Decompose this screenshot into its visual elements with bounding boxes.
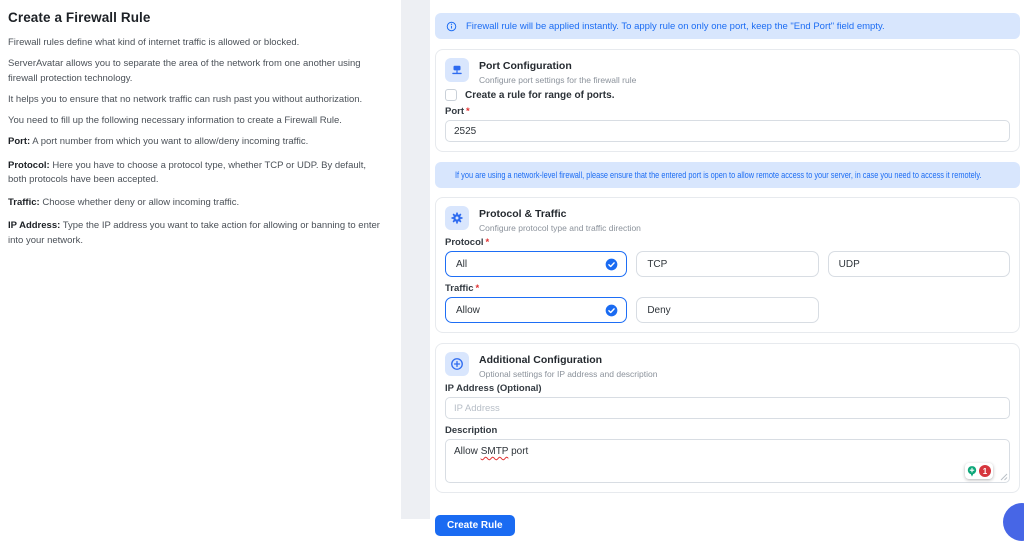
help-paragraph: You need to fill up the following necess… <box>8 115 342 126</box>
traffic-option-deny[interactable]: Deny <box>636 297 819 323</box>
definition-text: Type the IP address you want to take act… <box>8 220 380 246</box>
section-subtitle: Configure protocol type and traffic dire… <box>479 223 641 233</box>
card-header-text: Protocol & Traffic Configure protocol ty… <box>479 206 641 233</box>
card-header-text: Port Configuration Configure port settin… <box>479 58 636 85</box>
required-asterisk: * <box>485 237 490 248</box>
help-paragraph: ServerAvatar allows you to separate the … <box>8 58 361 84</box>
plus-circle-icon <box>451 358 463 370</box>
grammar-issue-count: 1 <box>979 465 991 477</box>
definition-text: Choose whether deny or allow incoming tr… <box>39 197 240 208</box>
grammar-pin-icon <box>967 465 977 477</box>
protocol-option-udp[interactable]: UDP <box>827 251 1010 277</box>
instant-apply-banner: Firewall rule will be applied instantly.… <box>435 13 1020 39</box>
resize-handle-icon[interactable] <box>1000 473 1008 481</box>
protocol-option-all[interactable]: All <box>445 251 628 277</box>
definition-ip-address: IP Address: Type the IP address you want… <box>8 219 387 248</box>
section-subtitle: Configure port settings for the firewall… <box>479 75 637 85</box>
additional-configuration-card: Additional Configuration Optional settin… <box>435 343 1020 493</box>
definition-term: Port: <box>8 136 31 148</box>
misspelled-word: SMTP <box>480 446 509 457</box>
definition-port: Port: A port number from which you want … <box>8 135 387 149</box>
port-configuration-card: Port Configuration Configure port settin… <box>435 49 1020 152</box>
info-icon <box>446 21 457 31</box>
definition-text: A port number from which you want to all… <box>30 136 309 148</box>
port-range-checkbox[interactable] <box>445 89 457 101</box>
card-header-text: Additional Configuration Optional settin… <box>479 352 657 379</box>
network-firewall-banner: If you are using a network-level firewal… <box>435 162 1020 188</box>
traffic-option-allow[interactable]: Allow <box>445 297 628 323</box>
description-textarea[interactable]: Allow SMTP port 1 <box>445 439 1010 483</box>
card-header: Port Configuration Configure port settin… <box>445 58 1010 85</box>
help-panel: Create a Firewall Rule Firewall rules de… <box>0 0 401 519</box>
section-subtitle: Optional settings for IP address and des… <box>479 369 658 379</box>
required-asterisk: * <box>475 283 480 294</box>
definition-term: Protocol: <box>8 159 50 171</box>
port-range-row: Create a rule for range of ports. <box>445 89 1010 101</box>
protocol-traffic-card: Protocol & Traffic Configure protocol ty… <box>435 197 1020 333</box>
plus-icon-tile <box>445 352 469 376</box>
check-circle-icon <box>605 304 618 316</box>
definition-protocol: Protocol: Here you have to choose a prot… <box>8 159 387 188</box>
check-circle-icon <box>605 258 618 270</box>
banner-text: Firewall rule will be applied instantly.… <box>466 20 885 32</box>
protocol-option-tcp[interactable]: TCP <box>636 251 819 277</box>
section-title: Port Configuration <box>479 60 572 72</box>
traffic-options: Allow Deny <box>445 297 1010 323</box>
required-asterisk: * <box>466 106 470 117</box>
port-input[interactable] <box>445 120 1010 142</box>
section-title: Additional Configuration <box>479 354 603 366</box>
help-paragraph: Firewall rules define what kind of inter… <box>8 37 300 48</box>
protocol-options: All TCP UDP <box>445 251 1010 277</box>
card-header: Protocol & Traffic Configure protocol ty… <box>445 206 1010 233</box>
port-icon-tile <box>445 58 469 82</box>
gear-icon-tile <box>445 206 469 230</box>
definition-traffic: Traffic: Choose whether deny or allow in… <box>8 196 387 210</box>
port-range-label: Create a rule for range of ports. <box>465 89 615 101</box>
description-text: Allow SMTP port <box>454 446 529 457</box>
grammar-extension-badge[interactable]: 1 <box>965 463 993 479</box>
traffic-label: Traffic * <box>445 283 480 294</box>
ip-address-input[interactable] <box>445 397 1010 419</box>
definition-term: Traffic: <box>8 197 40 208</box>
help-paragraph: It helps you to ensure that no network t… <box>8 93 363 105</box>
panel-divider <box>401 0 430 519</box>
port-label: Port * <box>445 106 470 117</box>
definition-term: IP Address: <box>8 220 61 232</box>
section-title: Protocol & Traffic <box>479 208 567 220</box>
protocol-label: Protocol * <box>445 237 490 248</box>
definition-text: Here you have to choose a protocol type,… <box>8 159 367 185</box>
ethernet-port-icon <box>452 65 462 75</box>
firewall-rule-form: Firewall rule will be applied instantly.… <box>430 0 1024 536</box>
description-label: Description <box>445 425 498 436</box>
banner-text: If you are using a network-level firewal… <box>455 170 982 180</box>
ip-address-label: IP Address (Optional) <box>445 383 542 394</box>
page-title: Create a Firewall Rule <box>8 10 151 25</box>
card-header: Additional Configuration Optional settin… <box>445 352 1010 379</box>
gear-icon <box>451 212 463 224</box>
create-rule-button[interactable]: Create Rule <box>435 515 515 536</box>
